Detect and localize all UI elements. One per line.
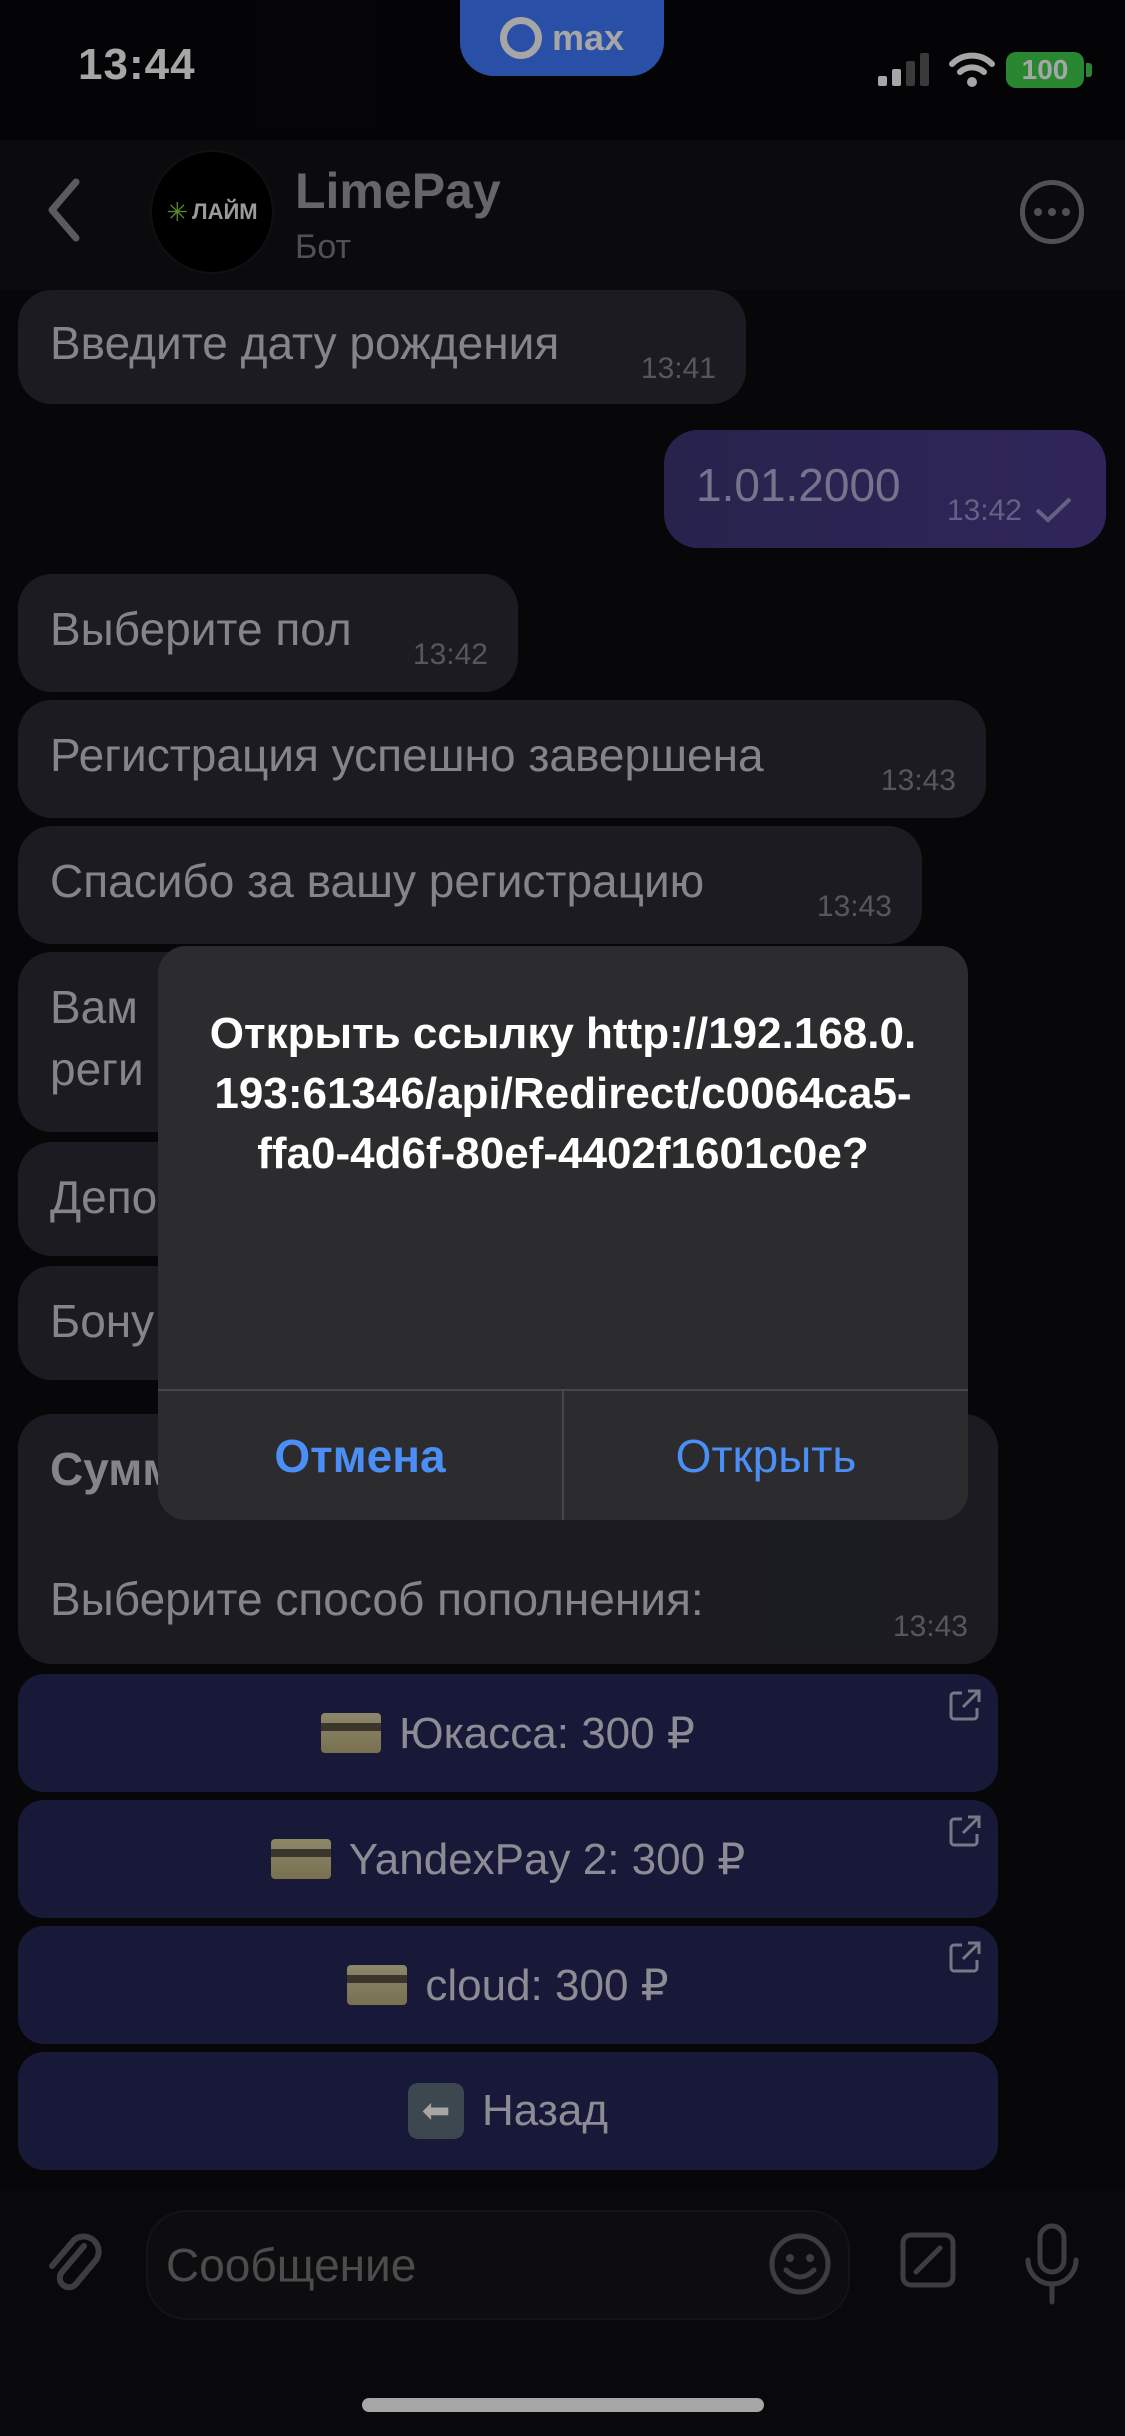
open-link-dialog: Открыть ссылку http://192.168.0.193:6134… bbox=[158, 946, 968, 1520]
open-button[interactable]: Открыть bbox=[564, 1391, 968, 1520]
dialog-message: Открыть ссылку http://192.168.0.193:6134… bbox=[209, 1009, 917, 1178]
cancel-button[interactable]: Отмена bbox=[158, 1391, 562, 1520]
